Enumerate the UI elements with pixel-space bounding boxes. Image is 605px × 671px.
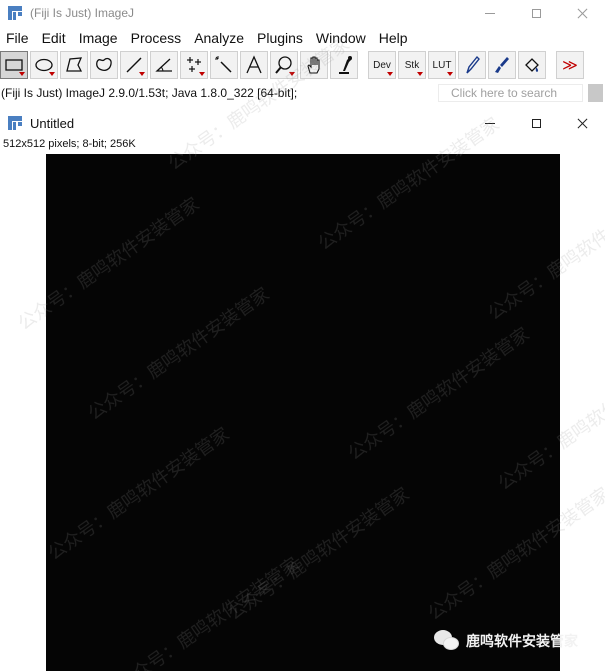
wechat-icon (434, 630, 460, 652)
freehand-icon (96, 57, 112, 71)
line-tool[interactable] (120, 51, 148, 79)
dropdown-indicator-icon (447, 72, 453, 76)
minimize-button[interactable] (467, 0, 513, 26)
dropdown-indicator-icon (19, 72, 25, 76)
more-tools-icon: ≫ (562, 57, 578, 74)
search-input[interactable]: Click here to search (438, 84, 583, 102)
minimize-icon (485, 122, 495, 124)
close-button[interactable] (559, 0, 605, 26)
close-icon (577, 118, 588, 129)
color-picker-tool[interactable] (330, 51, 358, 79)
maximize-icon (531, 8, 541, 18)
dropdown-indicator-icon (417, 72, 423, 76)
freehand-tool[interactable] (90, 51, 118, 79)
text-tool[interactable] (240, 51, 268, 79)
angle-icon (155, 58, 172, 72)
lut-menu-button[interactable]: LUT (428, 51, 456, 79)
menu-analyze[interactable]: Analyze (188, 27, 251, 49)
maximize-icon (531, 118, 541, 128)
main-window-controls (467, 0, 605, 26)
maximize-button[interactable] (513, 0, 559, 26)
rectangle-tool[interactable] (0, 51, 28, 79)
dropper-icon (339, 56, 352, 74)
text-icon (246, 55, 262, 74)
flood-fill-tool[interactable] (518, 51, 546, 79)
menu-edit[interactable]: Edit (36, 27, 73, 49)
watermark-badge: 鹿鸣软件安装管家 (434, 630, 578, 652)
dropdown-indicator-icon (199, 72, 205, 76)
oval-icon (35, 58, 53, 72)
menubar: File Edit Image Process Analyze Plugins … (0, 27, 605, 49)
dropdown-indicator-icon (139, 72, 145, 76)
menu-plugins[interactable]: Plugins (251, 27, 310, 49)
brush-tool[interactable] (488, 51, 516, 79)
more-tools-button[interactable]: ≫ (556, 51, 584, 79)
angle-tool[interactable] (150, 51, 178, 79)
stk-label: Stk (404, 59, 420, 71)
rectangle-icon (5, 59, 23, 71)
polygon-icon (66, 57, 83, 72)
minimize-icon (485, 12, 495, 14)
dropdown-indicator-icon (289, 72, 295, 76)
image-titlebar: Untitled (0, 110, 605, 136)
polygon-tool[interactable] (60, 51, 88, 79)
oval-tool[interactable] (30, 51, 58, 79)
image-minimize-button[interactable] (467, 110, 513, 136)
dev-label: Dev (373, 59, 391, 71)
wand-tool[interactable] (210, 51, 238, 79)
menu-process[interactable]: Process (125, 27, 189, 49)
wand-icon (215, 56, 232, 73)
hand-tool[interactable] (300, 51, 328, 79)
menu-file[interactable]: File (0, 27, 36, 49)
image-close-button[interactable] (559, 110, 605, 136)
imagej-icon (8, 6, 22, 20)
brush-icon (495, 57, 509, 73)
screen: (Fiji Is Just) ImageJ File Edit Image Pr… (0, 0, 605, 671)
dropdown-indicator-icon (49, 72, 55, 76)
main-titlebar: (Fiji Is Just) ImageJ (0, 0, 605, 26)
point-tool[interactable] (180, 51, 208, 79)
status-text: (Fiji Is Just) ImageJ 2.9.0/1.53t; Java … (1, 86, 298, 100)
search-scrollbar[interactable] (588, 84, 603, 102)
menu-window[interactable]: Window (310, 27, 373, 49)
watermark-badge-label: 鹿鸣软件安装管家 (466, 634, 578, 650)
imagej-icon (8, 116, 22, 130)
statusbar: (Fiji Is Just) ImageJ 2.9.0/1.53t; Java … (0, 82, 605, 104)
window-title: (Fiji Is Just) ImageJ (30, 6, 135, 20)
lut-label: LUT (432, 59, 452, 71)
menu-help[interactable]: Help (373, 27, 415, 49)
image-info: 512x512 pixels; 8-bit; 256K (3, 138, 136, 150)
flood-fill-icon (525, 58, 539, 72)
pencil-tool[interactable] (458, 51, 486, 79)
close-icon (577, 8, 588, 19)
hand-icon (307, 56, 320, 74)
magnifier-tool[interactable] (270, 51, 298, 79)
menu-image[interactable]: Image (73, 27, 125, 49)
image-window-controls (467, 110, 605, 136)
image-maximize-button[interactable] (513, 110, 559, 136)
dropdown-indicator-icon (387, 72, 393, 76)
image-window-title: Untitled (30, 115, 75, 131)
dev-menu-button[interactable]: Dev (368, 51, 396, 79)
toolbar: Dev Stk LUT ≫ (0, 50, 605, 80)
stk-menu-button[interactable]: Stk (398, 51, 426, 79)
image-canvas[interactable] (46, 154, 560, 671)
pencil-icon (466, 55, 480, 74)
